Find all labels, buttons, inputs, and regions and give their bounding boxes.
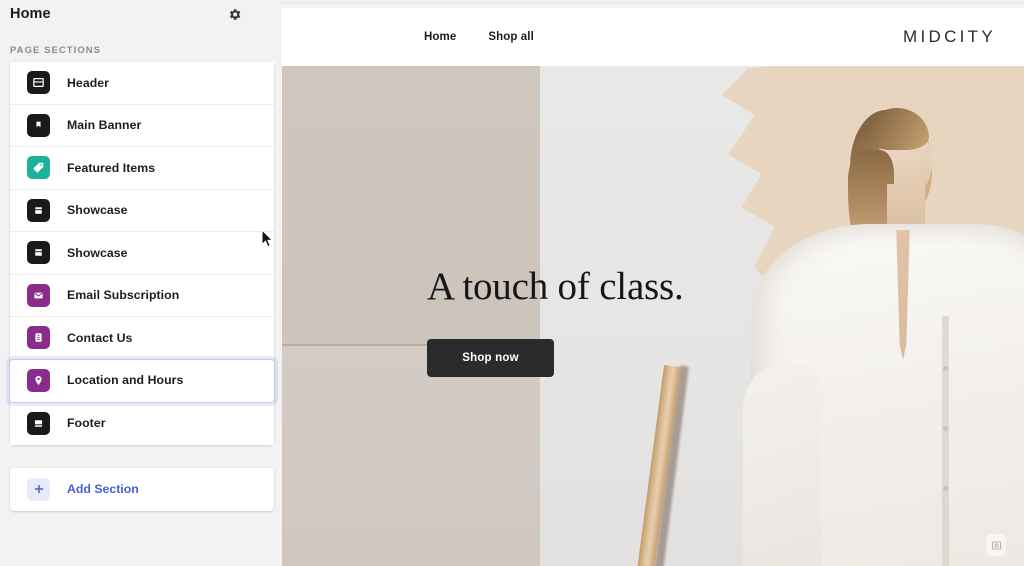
sidebar-item-label: Email Subscription — [67, 288, 180, 303]
bookmark-banner-icon — [27, 113, 50, 137]
sidebar-item-label: Showcase — [67, 203, 128, 218]
blouse-button — [943, 366, 948, 371]
page-sections-list: Header Main Banner Featured Items Showca… — [10, 62, 274, 445]
sidebar-item-main-banner[interactable]: Main Banner — [10, 104, 274, 147]
sidebar-item-showcase-1[interactable]: Showcase — [10, 189, 274, 232]
envelope-icon — [27, 283, 50, 307]
header-layout-icon — [27, 71, 50, 95]
contact-card-icon — [27, 326, 50, 350]
add-section-label: Add Section — [67, 482, 139, 496]
sidebar-item-contact-us[interactable]: Contact Us — [10, 317, 274, 360]
image-badge-icon[interactable] — [986, 534, 1006, 556]
site-preview: Home Shop all MIDCITY A touch of class. … — [282, 4, 1024, 566]
sidebar-item-showcase-2[interactable]: Showcase — [10, 232, 274, 275]
hero-headline: A touch of class. — [427, 265, 684, 308]
sidebar-item-email-subscription[interactable]: Email Subscription — [10, 274, 274, 317]
page-sections-label: PAGE SECTIONS — [10, 45, 102, 56]
sidebar-item-featured-items[interactable]: Featured Items — [10, 147, 274, 190]
sidebar-item-label: Location and Hours — [67, 373, 184, 388]
model-left-arm — [743, 366, 821, 566]
sidebar-item-label: Header — [67, 75, 109, 90]
footer-layout-icon — [27, 411, 50, 435]
blouse-button — [943, 486, 948, 491]
model-photo — [737, 66, 1024, 566]
sidebar-item-location-and-hours[interactable]: Location and Hours — [10, 359, 274, 402]
shop-now-button[interactable]: Shop now — [427, 339, 554, 377]
showcase-layout-icon — [27, 241, 50, 265]
price-tag-icon — [27, 156, 50, 180]
wall-left-panel — [282, 66, 540, 566]
hero-section: A touch of class. Shop now — [282, 66, 1024, 566]
shop-now-label: Shop now — [462, 352, 519, 364]
showcase-layout-icon — [27, 198, 50, 222]
site-logo[interactable]: MIDCITY — [903, 27, 996, 47]
editor-screen: Home PAGE SECTIONS Header Main Banner Fe… — [0, 0, 1024, 566]
map-pin-icon — [27, 368, 50, 392]
sidebar-item-label: Contact Us — [67, 330, 133, 345]
panel-header: Home — [0, 0, 282, 33]
plus-icon — [27, 477, 50, 501]
sidebar-item-footer[interactable]: Footer — [10, 402, 274, 445]
sidebar-item-label: Featured Items — [67, 160, 156, 175]
nav-link-shop-all[interactable]: Shop all — [488, 31, 534, 43]
sidebar-item-label: Showcase — [67, 245, 128, 260]
sidebar-item-label: Main Banner — [67, 118, 142, 133]
sidebar-item-header[interactable]: Header — [10, 62, 274, 105]
page-sections-panel: Home PAGE SECTIONS Header Main Banner Fe… — [0, 0, 282, 566]
add-section-button[interactable]: Add Section — [10, 467, 274, 511]
model-placket — [942, 316, 949, 566]
site-navbar: Home Shop all MIDCITY — [282, 8, 1024, 66]
gear-icon[interactable] — [223, 3, 245, 25]
blouse-button — [943, 426, 948, 431]
nav-links: Home Shop all — [424, 31, 534, 43]
nav-link-home[interactable]: Home — [424, 31, 456, 43]
sidebar-item-label: Footer — [67, 416, 106, 431]
